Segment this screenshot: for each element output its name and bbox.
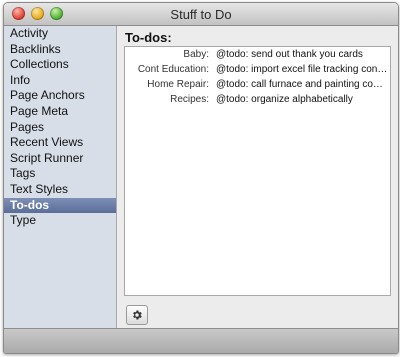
sidebar-item-info[interactable]: Info — [4, 73, 116, 89]
todo-row[interactable]: Cont Education: @todo: import excel file… — [125, 62, 390, 77]
todo-item[interactable]: @todo: organize alphabetically — [216, 92, 388, 107]
sidebar-item-pages[interactable]: Pages — [4, 120, 116, 136]
action-menu-button[interactable] — [126, 305, 148, 325]
todo-item[interactable]: @todo: send out thank you cards — [216, 47, 388, 62]
title-bar: Stuff to Do — [4, 3, 398, 26]
panel-title: To-dos: — [125, 30, 172, 45]
todo-list[interactable]: Baby: @todo: send out thank you cards Co… — [124, 46, 391, 296]
sidebar-item-activity[interactable]: Activity — [4, 26, 116, 42]
todo-row[interactable]: Home Repair: @todo: call furnace and pai… — [125, 77, 390, 92]
sidebar-item-script-runner[interactable]: Script Runner — [4, 151, 116, 167]
todo-category: Cont Education: — [137, 64, 209, 75]
sidebar-item-page-meta[interactable]: Page Meta — [4, 104, 116, 120]
sidebar-item-recent-views[interactable]: Recent Views — [4, 135, 116, 151]
todo-category: Recipes: — [170, 94, 209, 105]
app-window: Stuff to Do Activity Backlinks Collectio… — [3, 2, 399, 354]
sidebar-item-tags[interactable]: Tags — [4, 166, 116, 182]
sidebar-item-to-dos[interactable]: To-dos — [4, 197, 116, 214]
bottom-bar — [4, 328, 398, 353]
todo-category: Home Repair: — [147, 79, 209, 90]
sidebar-item-text-styles[interactable]: Text Styles — [4, 182, 116, 198]
gear-icon — [133, 310, 142, 320]
main-panel: To-dos: Baby: @todo: send out thank you … — [117, 26, 398, 328]
todo-category: Baby: — [183, 49, 209, 60]
sidebar: Activity Backlinks Collections Info Page… — [4, 26, 117, 328]
todo-item[interactable]: @todo: import excel file tracking cont. … — [216, 62, 388, 77]
window-title: Stuff to Do — [170, 7, 232, 22]
sidebar-item-backlinks[interactable]: Backlinks — [4, 42, 116, 58]
sidebar-item-page-anchors[interactable]: Page Anchors — [4, 88, 116, 104]
todo-row[interactable]: Recipes: @todo: organize alphabetically — [125, 92, 390, 107]
todo-item[interactable]: @todo: call furnace and painting comp... — [216, 77, 388, 92]
sidebar-item-collections[interactable]: Collections — [4, 57, 116, 73]
sidebar-item-type[interactable]: Type — [4, 213, 116, 229]
todo-row[interactable]: Baby: @todo: send out thank you cards — [125, 47, 390, 62]
